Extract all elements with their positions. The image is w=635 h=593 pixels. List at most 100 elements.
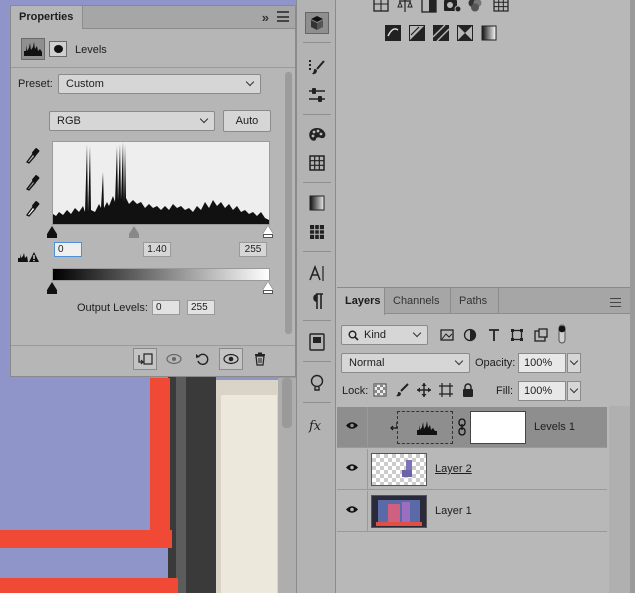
tab-layers[interactable]: Layers (337, 288, 385, 315)
filter-toggle-icon[interactable] (556, 324, 570, 344)
fill-field[interactable]: 100% (518, 381, 566, 401)
lock-position-icon[interactable] (417, 383, 431, 397)
output-black-slider[interactable] (47, 282, 57, 290)
properties-scrollbar[interactable] (285, 72, 292, 334)
black-white-icon[interactable] (409, 25, 425, 41)
layer-row-layer-2[interactable]: Layer 2 (337, 449, 607, 490)
output-white-slider[interactable] (263, 282, 273, 290)
layer-row-levels-1[interactable]: Levels 1 (337, 407, 607, 448)
layers-tabbar: Layers Channels Paths (337, 288, 635, 315)
lock-artboard-icon[interactable] (439, 383, 453, 397)
clip-to-layer-button[interactable] (133, 348, 157, 370)
canvas-red-line-bottom (0, 578, 178, 593)
layer-name[interactable]: Levels 1 (534, 421, 575, 433)
canvas-scrollbar[interactable] (282, 378, 292, 428)
tab-channels[interactable]: Channels (385, 288, 451, 314)
layer-mask-thumbnail[interactable] (470, 411, 526, 444)
gradient-icon[interactable] (305, 192, 329, 214)
levels-adjustment-icon[interactable] (21, 38, 45, 60)
lock-transparent-pixels-icon[interactable] (373, 383, 387, 397)
eye-icon[interactable] (345, 421, 359, 430)
brush-settings-icon[interactable] (305, 56, 329, 78)
exposure-icon[interactable] (443, 0, 462, 13)
clipping-warning-icon[interactable] (18, 251, 40, 263)
tab-paths[interactable]: Paths (451, 288, 499, 314)
channel-dropdown[interactable]: RGB (49, 111, 215, 131)
eye-icon[interactable] (345, 463, 359, 472)
fill-dropdown[interactable] (567, 381, 581, 401)
link-chain-icon[interactable] (458, 418, 466, 439)
filter-kind-dropdown[interactable]: Kind (341, 325, 428, 345)
input-gamma-field[interactable]: 1.40 (143, 242, 171, 257)
white-point-eyedropper-icon[interactable] (24, 199, 40, 217)
eye-icon[interactable] (345, 505, 359, 514)
color-palette-icon[interactable] (305, 124, 329, 146)
color-balance-icon[interactable] (385, 25, 401, 41)
layer-2-thumbnail[interactable] (371, 453, 427, 486)
divider (303, 114, 331, 115)
input-white-slider[interactable] (263, 226, 273, 234)
collapse-panel-icon[interactable]: » (262, 10, 269, 25)
adjustment-layer-filter-icon[interactable] (463, 328, 477, 342)
info-icon[interactable] (305, 12, 329, 34)
reset-button[interactable] (191, 348, 215, 370)
character-icon[interactable] (305, 262, 329, 284)
lightbulb-icon[interactable] (305, 372, 329, 394)
output-black-field[interactable]: 0 (152, 300, 180, 315)
swatches-grid-icon[interactable] (305, 152, 329, 174)
paragraph-icon[interactable] (305, 290, 329, 312)
properties-tab[interactable]: Properties (11, 6, 83, 29)
adjustments-panel (337, 0, 635, 286)
photo-filter-icon[interactable] (432, 24, 450, 42)
fx-styles-icon[interactable]: fx (305, 414, 329, 436)
output-white-field[interactable]: 255 (187, 300, 215, 315)
type-layer-filter-icon[interactable] (487, 328, 501, 342)
hue-sat-icon[interactable] (493, 0, 509, 13)
layer-name[interactable]: Layer 1 (435, 505, 472, 517)
gradient-map-icon[interactable] (481, 25, 497, 41)
levels-adjustment-thumbnail[interactable] (397, 411, 453, 444)
toggle-visibility-button[interactable] (219, 348, 243, 370)
input-white-slider-base (263, 234, 273, 238)
shape-layer-filter-icon[interactable] (510, 328, 524, 342)
layer-1-thumbnail[interactable] (371, 495, 427, 528)
preset-value: Custom (66, 78, 104, 90)
blend-mode-dropdown[interactable]: Normal (341, 353, 470, 373)
channel-mixer-icon[interactable] (457, 25, 473, 41)
auto-button[interactable]: Auto (223, 110, 271, 132)
libraries-icon[interactable] (305, 331, 329, 353)
layer-row-layer-1[interactable]: Layer 1 (337, 491, 607, 532)
panel-menu-icon[interactable] (277, 11, 289, 22)
preset-dropdown[interactable]: Custom (58, 74, 261, 94)
layer-1-thumbnail-content (388, 504, 400, 522)
layer-name[interactable]: Layer 2 (435, 463, 472, 475)
input-gamma-slider[interactable] (129, 226, 139, 234)
chevron-down-icon (454, 356, 464, 366)
smart-object-filter-icon[interactable] (534, 328, 548, 342)
layer-mask-icon[interactable] (49, 41, 67, 57)
properties-panel: Properties » Levels Preset: Custom RGB A… (10, 5, 296, 377)
opacity-dropdown[interactable] (567, 353, 581, 373)
pattern-icon[interactable] (305, 221, 329, 243)
panel-menu-icon[interactable] (610, 298, 621, 307)
delete-adjustment-button[interactable] (248, 348, 272, 370)
opacity-field[interactable]: 100% (518, 353, 566, 373)
black-point-eyedropper-icon[interactable] (24, 146, 40, 164)
gray-point-eyedropper-icon[interactable] (24, 173, 40, 191)
channel-value: RGB (57, 115, 81, 127)
divider (303, 402, 331, 403)
lock-all-icon[interactable] (461, 383, 475, 397)
curves-icon[interactable] (421, 0, 437, 13)
adjustment-title: Levels (75, 44, 107, 56)
vibrance-icon[interactable] (467, 0, 483, 13)
sliders-icon[interactable] (305, 84, 329, 106)
lock-image-pixels-icon[interactable] (395, 383, 409, 397)
pixel-layer-filter-icon[interactable] (440, 328, 454, 342)
levels-icon[interactable] (397, 0, 413, 13)
view-previous-state-button[interactable] (162, 348, 186, 370)
brightness-icon[interactable] (373, 0, 389, 13)
divider (303, 42, 331, 43)
input-black-slider[interactable] (47, 226, 57, 234)
input-black-field[interactable]: 0 (54, 242, 82, 257)
input-white-field[interactable]: 255 (239, 242, 267, 257)
